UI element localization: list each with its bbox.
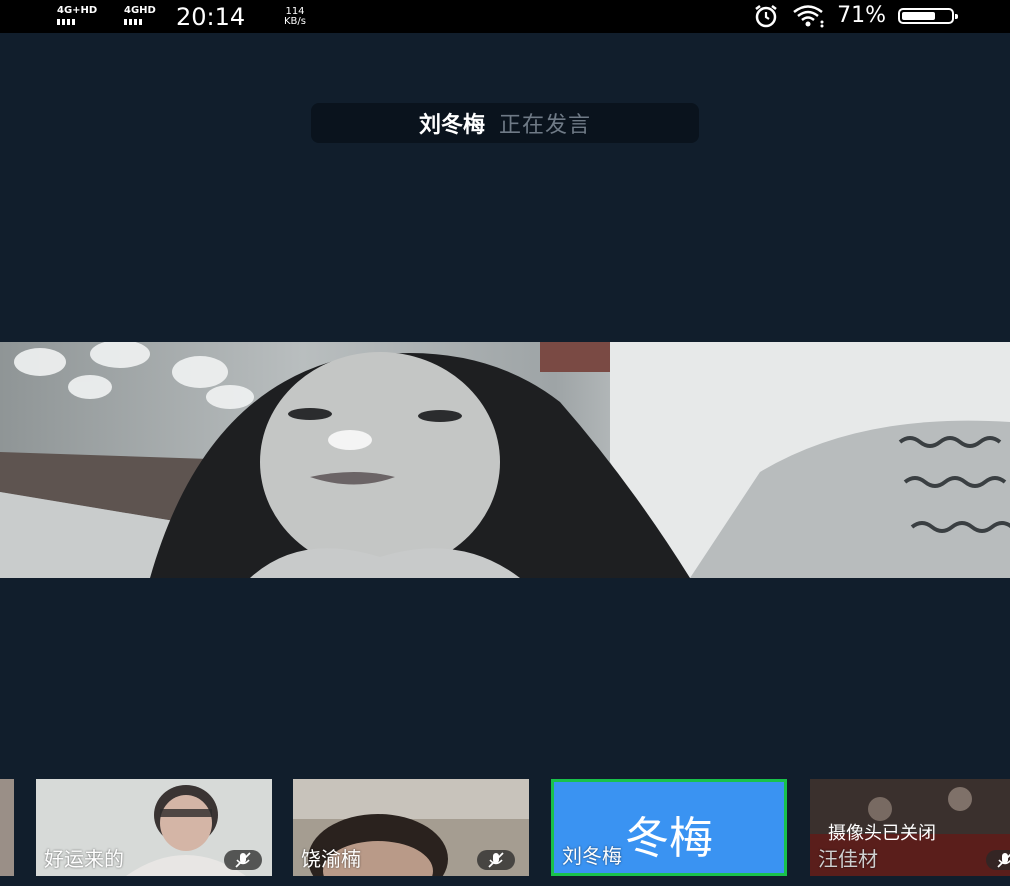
sim2-label: 4GHD xyxy=(124,5,156,16)
mic-muted-icon xyxy=(986,850,1010,870)
status-bar: 4G+HD 4GHD 20:14 114 KB/s 71% xyxy=(0,0,1010,33)
mic-muted-icon xyxy=(477,850,515,870)
participant-thumb-0[interactable] xyxy=(0,779,14,876)
battery-fill xyxy=(902,11,935,20)
participant-name: 汪佳材 xyxy=(818,847,878,871)
speaking-indicator: 刘冬梅 正在发言 xyxy=(311,103,699,143)
battery-percent: 71% xyxy=(837,3,886,28)
participant-name: 好运来的 xyxy=(44,847,124,871)
participant-thumb-3-active[interactable]: 冬梅 刘冬梅 xyxy=(551,779,787,876)
mic-muted-icon xyxy=(224,850,262,870)
speaking-status: 正在发言 xyxy=(499,113,592,138)
network-speed: 114 KB/s xyxy=(284,7,306,27)
participant-thumb-1[interactable]: 好运来的 xyxy=(36,779,272,876)
participant-name: 饶渝楠 xyxy=(301,847,361,871)
participant-name: 刘冬梅 xyxy=(562,844,622,868)
alarm-icon xyxy=(755,4,777,27)
signal-icon xyxy=(124,19,156,25)
main-video-image xyxy=(0,342,1010,578)
signal-icon xyxy=(57,19,97,25)
main-video-feed[interactable] xyxy=(0,342,1010,578)
camera-off-label: 摄像头已关闭 xyxy=(828,823,936,844)
battery-icon xyxy=(898,7,958,24)
participant-thumb-2[interactable]: 饶渝楠 xyxy=(293,779,529,876)
clock: 20:14 xyxy=(176,3,246,31)
sim2-signal: 4GHD xyxy=(124,6,156,25)
wifi-icon xyxy=(793,4,824,27)
speed-unit: KB/s xyxy=(284,16,306,27)
speaker-name: 刘冬梅 xyxy=(418,113,485,138)
status-right: 71% xyxy=(753,3,958,28)
sim1-label: 4G+HD xyxy=(57,5,98,16)
participant-thumb-4[interactable]: 摄像头已关闭 汪佳材 xyxy=(810,779,1010,876)
sim1-signal: 4G+HD xyxy=(57,6,97,25)
